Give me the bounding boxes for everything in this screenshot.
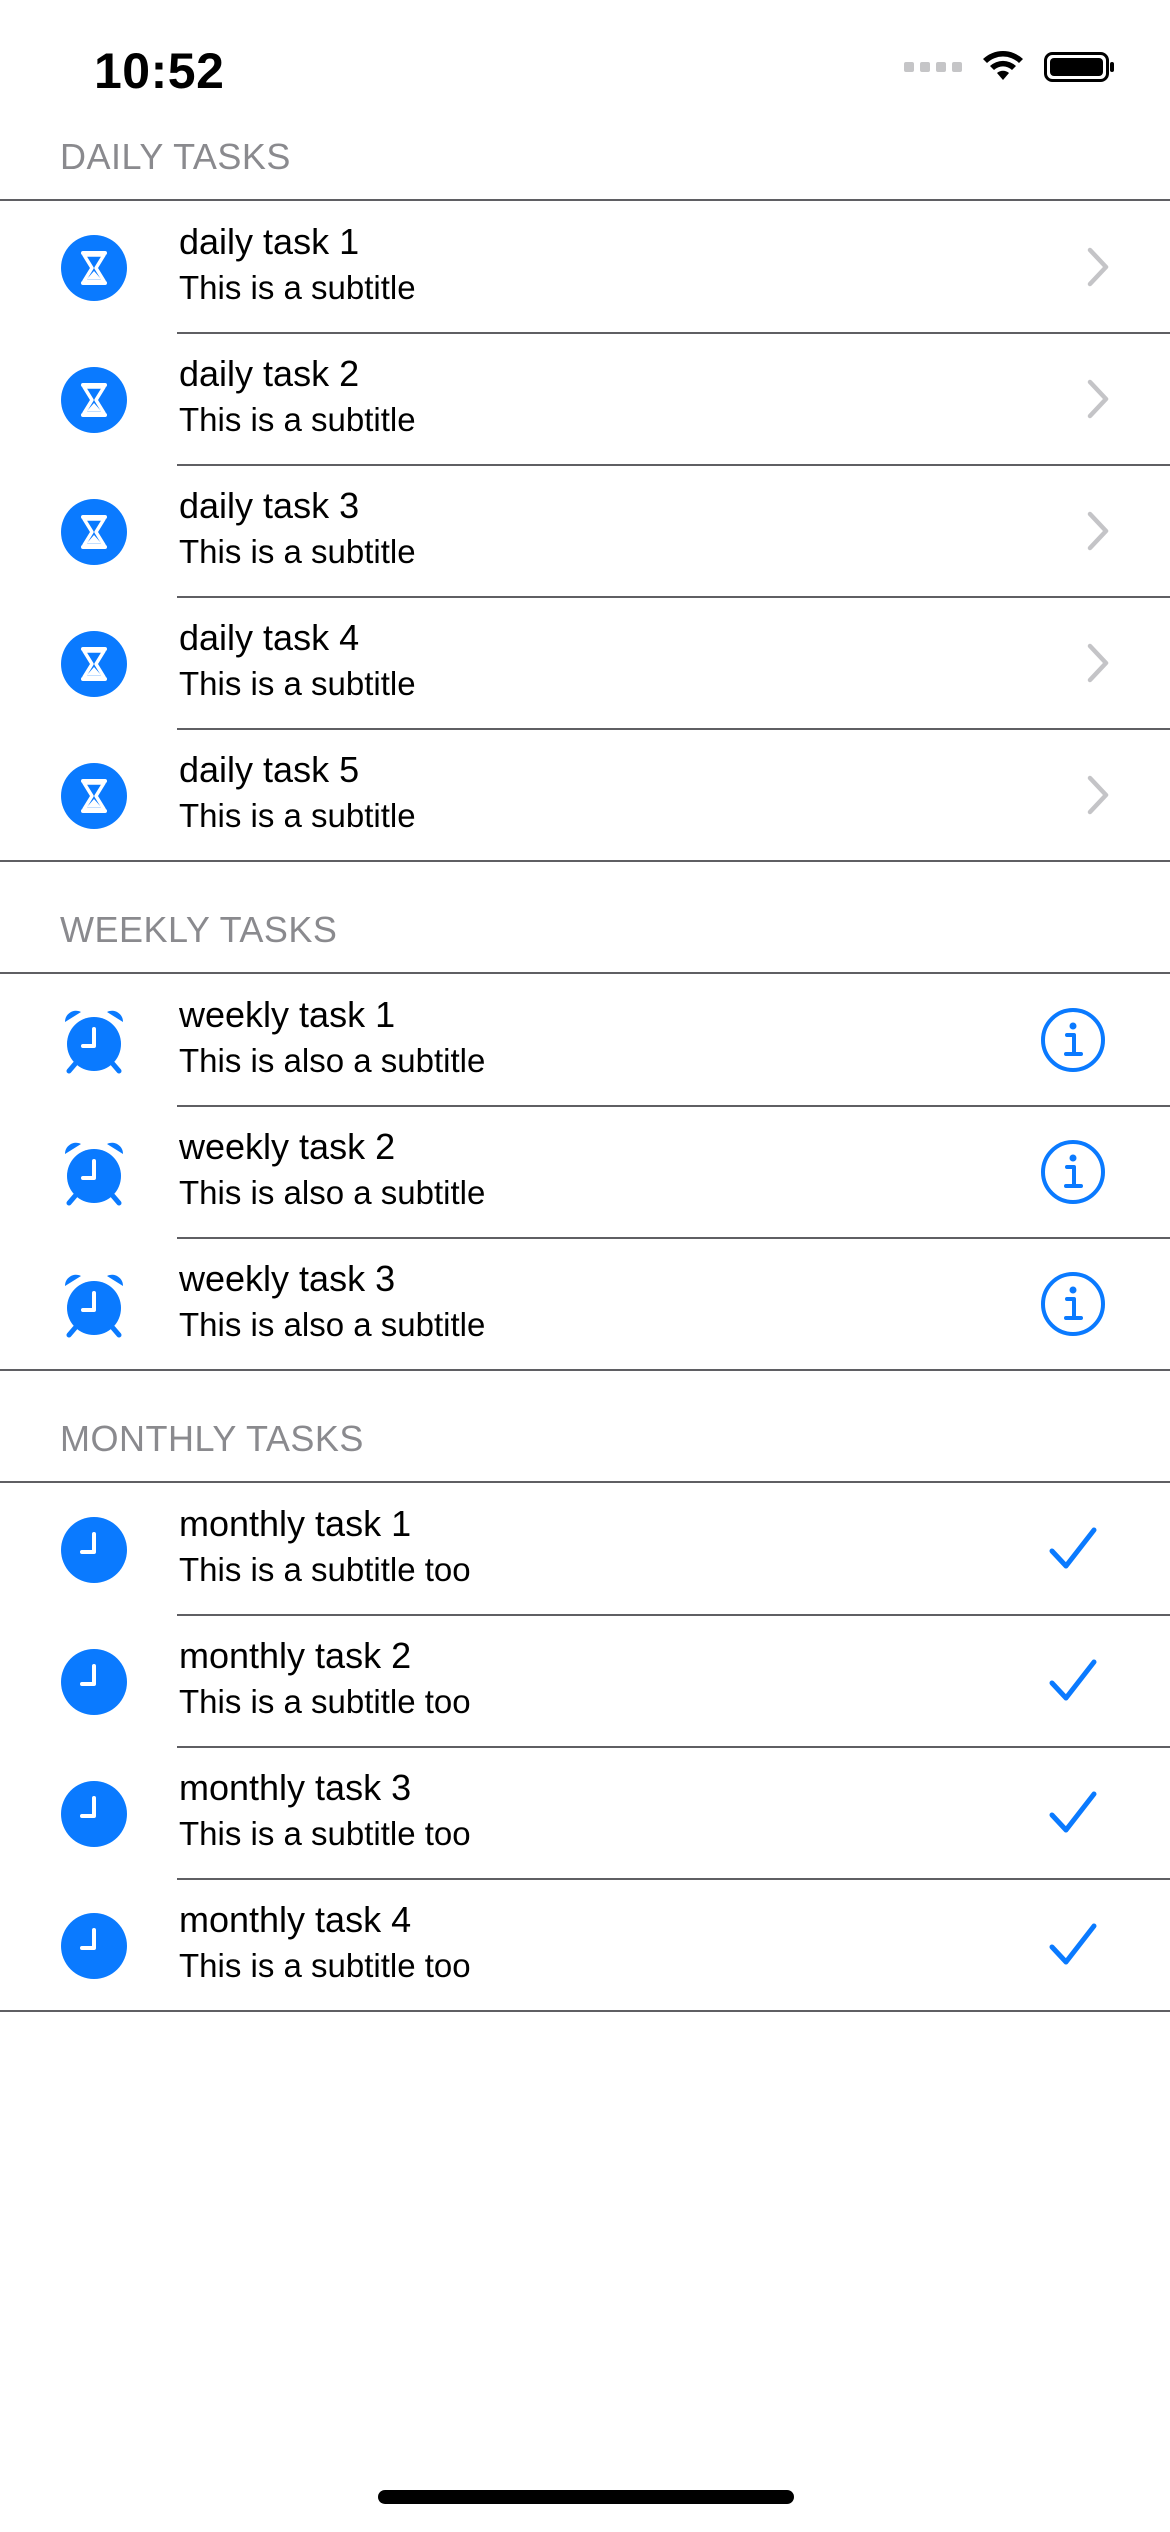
checkmark-icon <box>1048 1747 1098 1879</box>
alarm-clock-icon <box>61 1140 127 1206</box>
task-subtitle: This is a subtitle <box>179 269 416 306</box>
weekly-task-row[interactable]: weekly task 3 This is also a subtitle <box>0 1238 1170 1371</box>
alarm-clock-icon <box>61 1008 127 1074</box>
hourglass-circle-icon <box>61 631 127 697</box>
info-circle-icon[interactable] <box>1040 974 1106 1106</box>
task-subtitle: This is a subtitle <box>179 401 416 438</box>
daily-task-row[interactable]: daily task 2 This is a subtitle <box>0 333 1170 466</box>
clock-circle-icon <box>61 1649 127 1715</box>
hourglass-circle-icon <box>61 763 127 829</box>
section-header-monthly: MONTHLY TASKS <box>60 1418 364 1459</box>
task-title: monthly task 4 <box>179 1899 412 1940</box>
task-title: daily task 5 <box>179 749 360 790</box>
task-subtitle: This is a subtitle <box>179 797 416 834</box>
monthly-task-row[interactable]: monthly task 2 This is a subtitle too <box>0 1615 1170 1748</box>
chevron-right-icon <box>1078 597 1118 729</box>
section-separator <box>0 860 1170 862</box>
weekly-task-row[interactable]: weekly task 2 This is also a subtitle <box>0 1106 1170 1239</box>
task-title: weekly task 3 <box>179 1258 396 1299</box>
clock-circle-icon <box>61 1781 127 1847</box>
section-separator <box>0 1369 1170 1371</box>
task-title: daily task 2 <box>179 353 360 394</box>
home-indicator[interactable] <box>378 2490 794 2504</box>
monthly-task-row[interactable]: monthly task 1 This is a subtitle too <box>0 1483 1170 1616</box>
task-title: weekly task 2 <box>179 1126 396 1167</box>
daily-task-row[interactable]: daily task 1 This is a subtitle <box>0 201 1170 334</box>
status-indicators <box>904 50 1116 84</box>
task-title: monthly task 2 <box>179 1635 412 1676</box>
task-title: monthly task 3 <box>179 1767 412 1808</box>
daily-task-row[interactable]: daily task 4 This is a subtitle <box>0 597 1170 730</box>
weekly-task-row[interactable]: weekly task 1 This is also a subtitle <box>0 974 1170 1107</box>
chevron-right-icon <box>1078 465 1118 597</box>
hourglass-circle-icon <box>61 235 127 301</box>
task-subtitle: This is a subtitle too <box>179 1683 471 1720</box>
daily-task-row[interactable]: daily task 5 This is a subtitle <box>0 729 1170 862</box>
section-header-daily: DAILY TASKS <box>60 136 291 177</box>
chevron-right-icon <box>1078 729 1118 861</box>
task-subtitle: This is also a subtitle <box>179 1174 486 1211</box>
task-subtitle: This is also a subtitle <box>179 1306 486 1343</box>
checkmark-icon <box>1048 1879 1098 2011</box>
clock-circle-icon <box>61 1913 127 1979</box>
task-subtitle: This is a subtitle <box>179 665 416 702</box>
monthly-task-row[interactable]: monthly task 3 This is a subtitle too <box>0 1747 1170 1880</box>
status-time: 10:52 <box>94 43 225 99</box>
info-circle-icon[interactable] <box>1040 1238 1106 1370</box>
chevron-right-icon <box>1078 201 1118 333</box>
section-header-weekly: WEEKLY TASKS <box>60 909 338 950</box>
section-separator <box>0 2010 1170 2012</box>
hourglass-circle-icon <box>61 499 127 565</box>
hourglass-circle-icon <box>61 367 127 433</box>
status-bar: 10:52 <box>0 0 1170 140</box>
wifi-icon <box>983 51 1023 80</box>
task-title: daily task 4 <box>179 617 360 658</box>
task-subtitle: This is a subtitle <box>179 533 416 570</box>
task-title: monthly task 1 <box>179 1503 412 1544</box>
task-title: daily task 1 <box>179 221 360 262</box>
daily-task-row[interactable]: daily task 3 This is a subtitle <box>0 465 1170 598</box>
task-subtitle: This is a subtitle too <box>179 1815 471 1852</box>
checkmark-icon <box>1048 1483 1098 1615</box>
task-subtitle: This is a subtitle too <box>179 1947 471 1984</box>
task-title: daily task 3 <box>179 485 360 526</box>
battery-full-icon <box>1044 52 1114 82</box>
chevron-right-icon <box>1078 333 1118 465</box>
cellular-signal-icon <box>904 62 962 72</box>
task-title: weekly task 1 <box>179 994 396 1035</box>
clock-circle-icon <box>61 1517 127 1583</box>
checkmark-icon <box>1048 1615 1098 1747</box>
task-subtitle: This is a subtitle too <box>179 1551 471 1588</box>
task-subtitle: This is also a subtitle <box>179 1042 486 1079</box>
info-circle-icon[interactable] <box>1040 1106 1106 1238</box>
alarm-clock-icon <box>61 1272 127 1338</box>
monthly-task-row[interactable]: monthly task 4 This is a subtitle too <box>0 1879 1170 2012</box>
